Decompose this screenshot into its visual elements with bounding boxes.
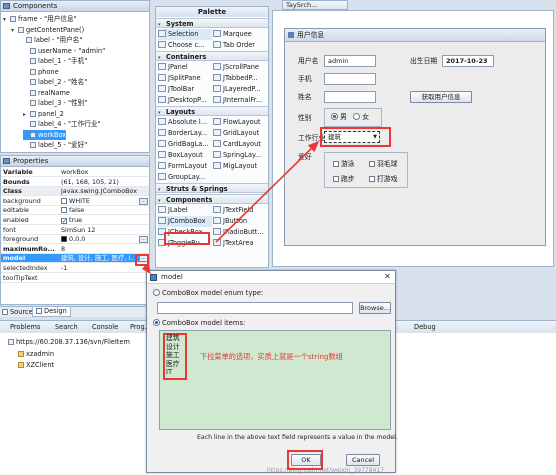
- model-button-highlight: [135, 254, 149, 266]
- jcombobox-highlight: [164, 232, 210, 245]
- arrow-to-combobox: [215, 140, 320, 243]
- annotation-arrows: [141, 140, 320, 275]
- arrow-to-dialog: [141, 263, 151, 275]
